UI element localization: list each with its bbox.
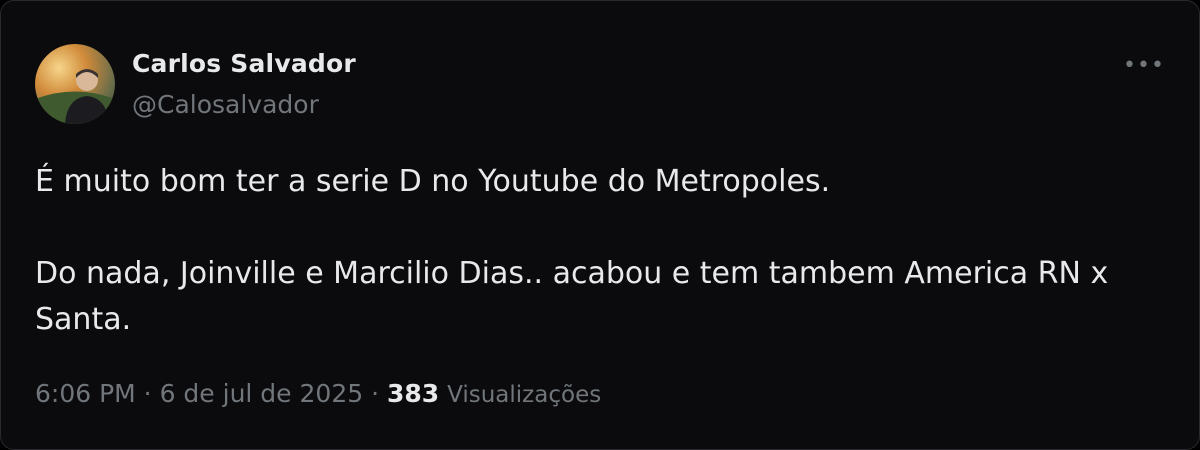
views-count[interactable]: 383: [387, 379, 439, 408]
tweet-text-line: Do nada, Joinville e Marcilio Dias.. aca…: [35, 256, 1109, 291]
avatar[interactable]: [35, 44, 115, 124]
tweet-card: Carlos Salvador @Calosalvador ••• É muit…: [0, 0, 1200, 450]
tweet-text-line: Santa.: [35, 302, 132, 337]
views-label[interactable]: Visualizações: [447, 382, 601, 408]
tweet-date[interactable]: 6 de jul de 2025: [160, 379, 364, 408]
more-horizontal-icon: •••: [1123, 52, 1165, 78]
tweet-time[interactable]: 6:06 PM: [35, 379, 136, 408]
meta-separator: ·: [135, 379, 160, 408]
avatar-image: [35, 69, 115, 124]
tweet-text: É muito bom ter a serie D no Youtube do …: [35, 159, 1155, 343]
meta-separator: ·: [363, 379, 387, 408]
more-options-button[interactable]: •••: [1123, 51, 1165, 79]
tweet-meta: 6:06 PM · 6 de jul de 2025 · 383 Visuali…: [35, 379, 601, 408]
author-name[interactable]: Carlos Salvador: [132, 49, 356, 78]
tweet-text-line: É muito bom ter a serie D no Youtube do …: [35, 164, 831, 199]
author-handle[interactable]: @Calosalvador: [132, 90, 319, 119]
